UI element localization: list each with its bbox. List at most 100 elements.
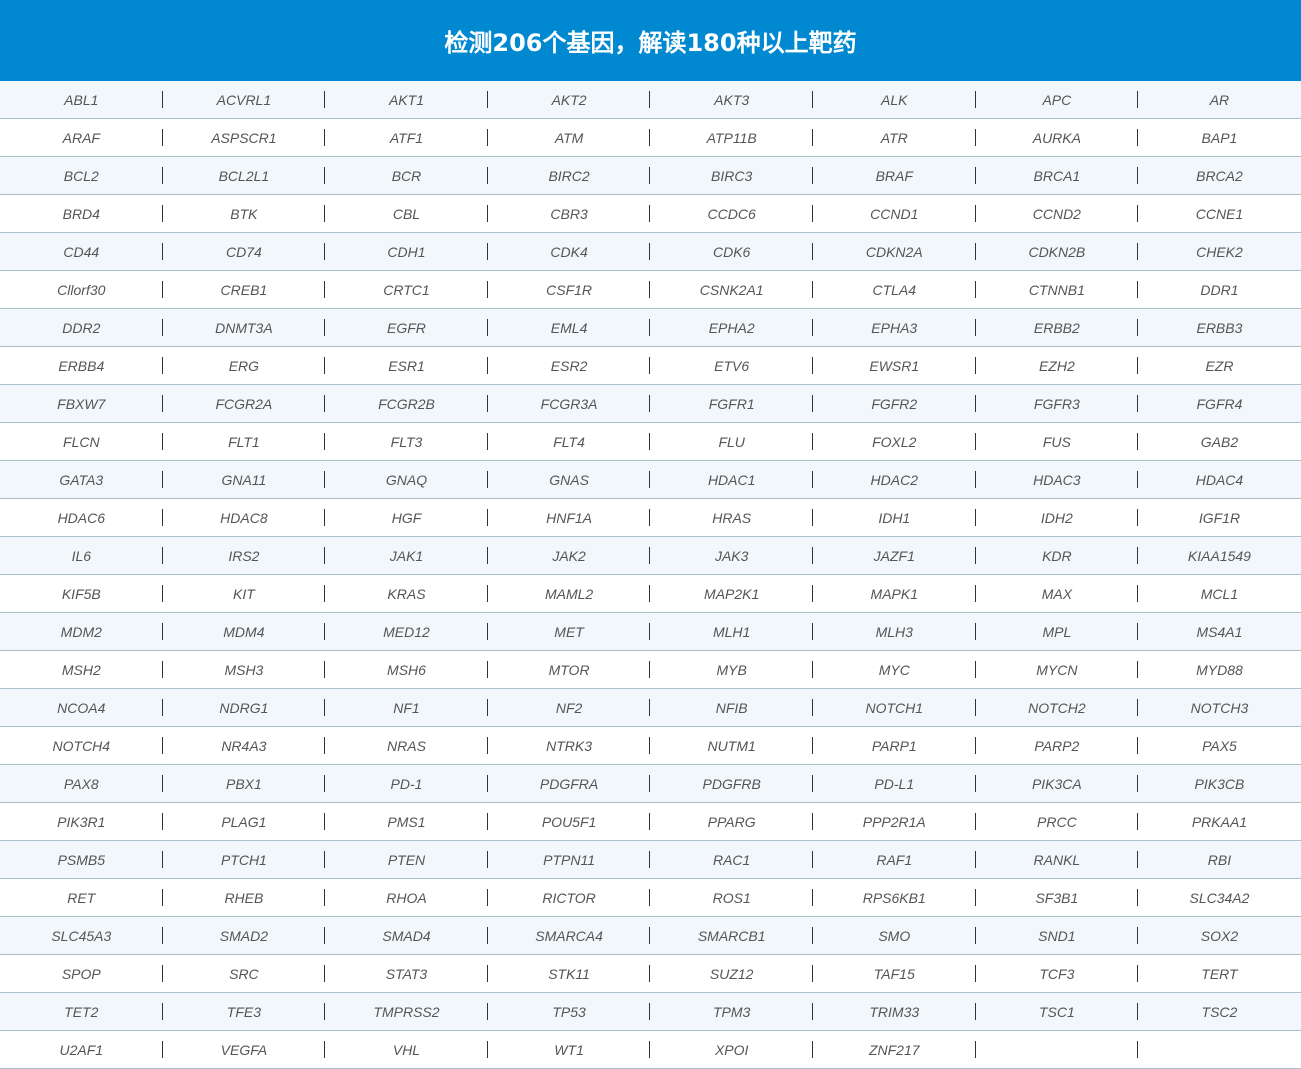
gene-cell: BAP1 bbox=[1201, 129, 1238, 146]
gene-cell: IGF1R bbox=[1198, 509, 1241, 526]
gene-cell: PAX5 bbox=[1202, 737, 1237, 754]
gene-cell: KRAS bbox=[325, 575, 488, 612]
gene-cell: CDKN2B bbox=[976, 233, 1139, 270]
table-row: KIF5B KIT KRAS MAML2 MAP2K1 MAPK1 MAX MCL1 bbox=[0, 575, 1301, 613]
gene-cell: BCL2L1 bbox=[163, 157, 326, 194]
gene-cell: CSF1R bbox=[488, 271, 651, 308]
gene-cell: MLH1 bbox=[650, 613, 813, 650]
table-row: SLC45A3 SMAD2 SMAD4 SMARCA4 SMARCB1 SMO SND1 SO… bbox=[0, 917, 1301, 955]
gene-cell: NOTCH3 bbox=[1190, 699, 1249, 716]
table-row: MDM2 MDM4 MED12 MET MLH1 MLH3 MPL MS4A1 bbox=[0, 613, 1301, 651]
gene-cell: ERBB3 bbox=[1196, 319, 1243, 336]
gene-cell: TRIM33 bbox=[813, 993, 976, 1030]
gene-cell: FOXL2 bbox=[813, 423, 976, 460]
gene-cell: TSC1 bbox=[976, 993, 1139, 1030]
gene-cell: PMS1 bbox=[325, 803, 488, 840]
gene-cell: PTPN11 bbox=[488, 841, 651, 878]
gene-cell: CDH1 bbox=[325, 233, 488, 270]
gene-cell: IDH1 bbox=[813, 499, 976, 536]
gene-cell: EGFR bbox=[325, 309, 488, 346]
gene-cell: EPHA2 bbox=[650, 309, 813, 346]
gene-cell: BRCA1 bbox=[976, 157, 1139, 194]
gene-cell: ABL1 bbox=[0, 81, 163, 118]
gene-cell: PIK3CA bbox=[976, 765, 1139, 802]
gene-cell: AKT3 bbox=[650, 81, 813, 118]
gene-cell: PBX1 bbox=[163, 765, 326, 802]
gene-cell: SLC34A2 bbox=[1189, 889, 1250, 906]
gene-cell: CBR3 bbox=[488, 195, 651, 232]
gene-cell: AURKA bbox=[976, 119, 1139, 156]
gene-cell: IRS2 bbox=[163, 537, 326, 574]
gene-cell: KIAA1549 bbox=[1187, 547, 1251, 564]
gene-cell: CDKN2A bbox=[813, 233, 976, 270]
table-row: RET RHEB RHOA RICTOR ROS1 RPS6KB1 SF3B1 SLC34A2 bbox=[0, 879, 1301, 917]
gene-cell: MSH3 bbox=[163, 651, 326, 688]
gene-cell: MLH3 bbox=[813, 613, 976, 650]
gene-cell: MDM4 bbox=[163, 613, 326, 650]
page-header: 检测206个基因，解读180种以上靶药 bbox=[0, 0, 1301, 81]
gene-cell: PSMB5 bbox=[0, 841, 163, 878]
gene-cell: CRTC1 bbox=[325, 271, 488, 308]
gene-cell bbox=[1138, 1031, 1301, 1068]
table-row: ERBB4 ERG ESR1 ESR2 ETV6 EWSR1 EZH2 EZR bbox=[0, 347, 1301, 385]
gene-cell: CDK4 bbox=[488, 233, 651, 270]
gene-cell: NOTCH4 bbox=[0, 727, 163, 764]
gene-cell: PAX8 bbox=[0, 765, 163, 802]
gene-cell: EML4 bbox=[488, 309, 651, 346]
table-row: PIK3R1 PLAG1 PMS1 POU5F1 PPARG PPP2R1A PRCC PRK… bbox=[0, 803, 1301, 841]
gene-cell: RPS6KB1 bbox=[813, 879, 976, 916]
gene-cell: FUS bbox=[976, 423, 1139, 460]
gene-cell: JAK3 bbox=[650, 537, 813, 574]
gene-cell: CSNK2A1 bbox=[650, 271, 813, 308]
gene-cell: ARAF bbox=[0, 119, 163, 156]
gene-cell: NFIB bbox=[650, 689, 813, 726]
gene-cell: FLT3 bbox=[325, 423, 488, 460]
table-row: FLCN FLT1 FLT3 FLT4 FLU FOXL2 FUS GAB2 bbox=[0, 423, 1301, 461]
gene-cell: MAP2K1 bbox=[650, 575, 813, 612]
gene-cell: MS4A1 bbox=[1196, 623, 1243, 640]
gene-cell: GAB2 bbox=[1200, 433, 1239, 450]
gene-cell: CCNE1 bbox=[1195, 205, 1244, 222]
gene-cell: CCDC6 bbox=[650, 195, 813, 232]
table-row: DDR2 DNMT3A EGFR EML4 EPHA2 EPHA3 ERBB2 ERBB3 bbox=[0, 309, 1301, 347]
table-row: U2AF1 VEGFA VHL WT1 XPOI ZNF217 bbox=[0, 1031, 1301, 1069]
gene-cell: FLT1 bbox=[163, 423, 326, 460]
gene-cell bbox=[976, 1031, 1139, 1068]
gene-cell: EZH2 bbox=[976, 347, 1139, 384]
gene-cell: MDM2 bbox=[0, 613, 163, 650]
gene-cell: SMAD4 bbox=[325, 917, 488, 954]
gene-cell: CTLA4 bbox=[813, 271, 976, 308]
gene-cell: ATP11B bbox=[650, 119, 813, 156]
gene-cell: TERT bbox=[1201, 965, 1238, 982]
gene-cell: RAC1 bbox=[650, 841, 813, 878]
gene-cell: ACVRL1 bbox=[163, 81, 326, 118]
gene-cell: RANKL bbox=[976, 841, 1139, 878]
gene-cell: ATF1 bbox=[325, 119, 488, 156]
gene-cell: IL6 bbox=[0, 537, 163, 574]
gene-cell: XPOI bbox=[650, 1031, 813, 1068]
gene-cell: HDAC1 bbox=[650, 461, 813, 498]
gene-cell: PPP2R1A bbox=[813, 803, 976, 840]
gene-cell: TCF3 bbox=[976, 955, 1139, 992]
gene-cell: NOTCH2 bbox=[976, 689, 1139, 726]
gene-cell: TP53 bbox=[488, 993, 651, 1030]
gene-cell: CDK6 bbox=[650, 233, 813, 270]
gene-cell: ESR2 bbox=[488, 347, 651, 384]
gene-cell: RHEB bbox=[163, 879, 326, 916]
gene-cell: PD-1 bbox=[325, 765, 488, 802]
gene-cell: EZR bbox=[1205, 357, 1234, 374]
gene-cell: PARP1 bbox=[813, 727, 976, 764]
gene-cell: BTK bbox=[163, 195, 326, 232]
table-row: GATA3 GNA11 GNAQ GNAS HDAC1 HDAC2 HDAC3 HDAC4 bbox=[0, 461, 1301, 499]
gene-cell: IDH2 bbox=[976, 499, 1139, 536]
table-row: HDAC6 HDAC8 HGF HNF1A HRAS IDH1 IDH2 IGF1R bbox=[0, 499, 1301, 537]
gene-cell: TPM3 bbox=[650, 993, 813, 1030]
gene-cell: MTOR bbox=[488, 651, 651, 688]
gene-cell: NDRG1 bbox=[163, 689, 326, 726]
gene-cell: ATR bbox=[813, 119, 976, 156]
gene-cell: HRAS bbox=[650, 499, 813, 536]
table-row: MSH2 MSH3 MSH6 MTOR MYB MYC MYCN MYD88 bbox=[0, 651, 1301, 689]
gene-cell: JAK1 bbox=[325, 537, 488, 574]
table-row: PSMB5 PTCH1 PTEN PTPN11 RAC1 RAF1 RANKL RBI bbox=[0, 841, 1301, 879]
gene-cell: DDR1 bbox=[1200, 281, 1239, 298]
